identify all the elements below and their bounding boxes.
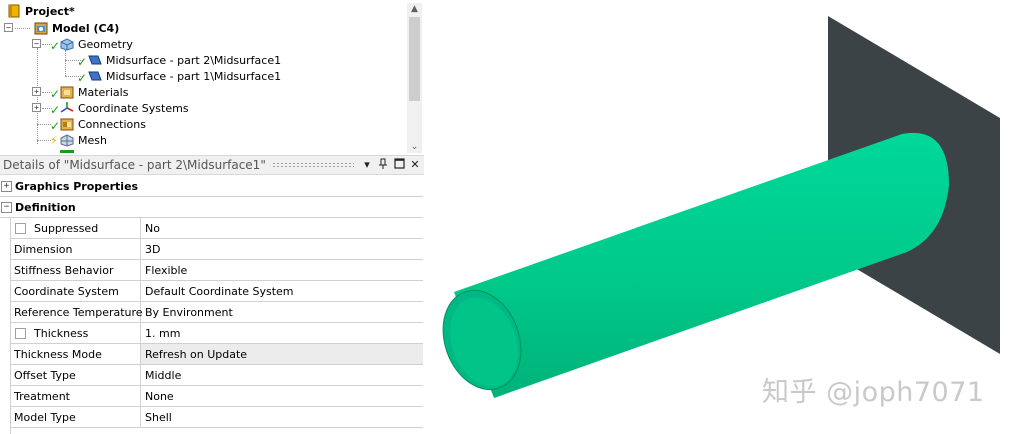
outline-tree: Project* − Model (C4) − ✓ Geometry ✓ Mid…	[0, 0, 424, 155]
prop-name-cell: Suppressed	[10, 218, 141, 238]
watermark: 知乎 @joph7071	[762, 377, 985, 408]
tree-item-geometry[interactable]: Geometry	[59, 36, 133, 52]
prop-row-offset-type[interactable]: Offset Type Middle	[10, 365, 423, 386]
prop-value-coordinate-system[interactable]: Default Coordinate System	[141, 281, 423, 301]
expander-geometry[interactable]: −	[32, 39, 41, 48]
scroll-down-arrow-icon[interactable]: ⌄	[407, 141, 422, 153]
prop-name-cell: Thickness	[10, 323, 141, 343]
tree-item-model[interactable]: Model (C4)	[33, 20, 119, 36]
prop-name-coordinate-system: Coordinate System	[10, 281, 141, 301]
group-label-graphics-properties: Graphics Properties	[15, 179, 139, 193]
tree-label-coordinate-systems: Coordinate Systems	[78, 101, 189, 115]
prop-value-offset-type[interactable]: Middle	[141, 365, 423, 385]
details-grid: + Graphics Properties − Definition Suppr…	[0, 176, 424, 434]
geometry-icon	[59, 37, 75, 51]
tree-label-part1: Midsurface - part 1\Midsurface1	[106, 69, 282, 83]
thickness-checkbox[interactable]	[15, 327, 26, 339]
tree-label-connections: Connections	[78, 117, 146, 131]
surface-body-icon	[87, 69, 103, 83]
prop-name-reference-temperature: Reference Temperature	[10, 302, 143, 322]
tree-item-connections[interactable]: Connections	[59, 116, 146, 132]
expander-graphics-properties[interactable]: +	[1, 180, 12, 192]
prop-row-stiffness-behavior[interactable]: Stiffness Behavior Flexible	[10, 260, 423, 281]
group-definition[interactable]: − Definition	[0, 197, 423, 218]
check-part1-icon: ✓	[77, 71, 88, 85]
group-label-definition: Definition	[15, 200, 76, 214]
expander-definition[interactable]: −	[1, 201, 12, 213]
details-grip[interactable]	[271, 162, 354, 168]
prop-value-thickness-mode: Refresh on Update	[141, 344, 423, 364]
tree-label-mesh: Mesh	[78, 133, 107, 147]
tree-item-materials[interactable]: Materials	[59, 84, 128, 100]
tree-scrollbar[interactable]: ▲ ⌄	[407, 3, 422, 153]
tree-label-materials: Materials	[78, 85, 129, 99]
prop-value-thickness[interactable]: 1. mm	[141, 323, 423, 343]
model-view	[442, 16, 1000, 398]
tree-label-geometry: Geometry	[78, 37, 133, 51]
tree-label-model: Model (C4)	[52, 21, 120, 35]
prop-value-model-type[interactable]: Shell	[141, 407, 423, 427]
prop-value-stiffness-behavior[interactable]: Flexible	[141, 260, 423, 280]
prop-row-suppressed[interactable]: Suppressed No	[10, 218, 423, 239]
details-header: Details of "Midsurface - part 2\Midsurfa…	[0, 155, 424, 175]
prop-name-suppressed: Suppressed	[34, 221, 99, 235]
model-icon	[33, 21, 49, 35]
tree-label-project: Project*	[25, 4, 75, 18]
dropdown-arrow-icon[interactable]: ▾	[360, 158, 374, 172]
prop-name-offset-type: Offset Type	[10, 365, 141, 385]
maximize-icon[interactable]	[392, 158, 406, 172]
close-icon[interactable]: ✕	[408, 158, 422, 172]
prop-value-reference-temperature[interactable]: By Environment	[141, 302, 423, 322]
prop-name-model-type: Model Type	[10, 407, 141, 427]
lightning-bolt-icon: ⚡	[50, 134, 58, 147]
mesh-icon	[59, 133, 75, 147]
prop-name-thickness-mode: Thickness Mode	[10, 344, 141, 364]
prop-row-reference-temperature[interactable]: Reference Temperature By Environment	[10, 302, 423, 323]
scroll-up-arrow-icon[interactable]: ▲	[407, 3, 422, 15]
surface-body-icon	[87, 53, 103, 67]
prop-value-suppressed[interactable]: No	[141, 218, 423, 238]
pin-icon[interactable]	[376, 158, 390, 172]
group-graphics-properties[interactable]: + Graphics Properties	[0, 176, 423, 197]
next-item-partial	[60, 150, 74, 153]
tree-item-mesh[interactable]: Mesh	[59, 132, 107, 148]
prop-name-thickness: Thickness	[34, 326, 89, 340]
expander-materials[interactable]: +	[32, 87, 41, 96]
tree-item-part1[interactable]: Midsurface - part 1\Midsurface1	[87, 68, 281, 84]
prop-row-model-type[interactable]: Model Type Shell	[10, 407, 423, 428]
prop-name-dimension: Dimension	[10, 239, 141, 259]
prop-row-treatment[interactable]: Treatment None	[10, 386, 423, 407]
prop-name-treatment: Treatment	[10, 386, 141, 406]
expander-coordinate-systems[interactable]: +	[32, 103, 41, 112]
details-title: Details of "Midsurface - part 2\Midsurfa…	[3, 158, 266, 172]
project-book-icon	[6, 4, 22, 18]
graphics-viewport[interactable]: 知乎 @joph7071	[424, 0, 1018, 434]
prop-row-thickness[interactable]: Thickness 1. mm	[10, 323, 423, 344]
expander-model[interactable]: −	[4, 23, 13, 32]
prop-value-treatment[interactable]: None	[141, 386, 423, 406]
tree-item-project[interactable]: Project*	[6, 3, 75, 19]
suppressed-checkbox[interactable]	[15, 222, 26, 234]
tree-item-coordinate-systems[interactable]: Coordinate Systems	[59, 100, 189, 116]
prop-row-coordinate-system[interactable]: Coordinate System Default Coordinate Sys…	[10, 281, 423, 302]
tree-label-part2: Midsurface - part 2\Midsurface1	[106, 53, 282, 67]
prop-value-dimension[interactable]: 3D	[141, 239, 423, 259]
tree-item-part2[interactable]: Midsurface - part 2\Midsurface1	[87, 52, 282, 68]
check-part2-icon: ✓	[77, 55, 88, 69]
materials-icon	[59, 85, 75, 99]
tree-scrollbar-thumb[interactable]	[409, 17, 420, 101]
prop-name-stiffness-behavior: Stiffness Behavior	[10, 260, 141, 280]
coordinate-systems-icon	[59, 101, 75, 115]
connections-icon	[59, 117, 75, 131]
left-panel: Project* − Model (C4) − ✓ Geometry ✓ Mid…	[0, 0, 424, 434]
prop-row-dimension[interactable]: Dimension 3D	[10, 239, 423, 260]
prop-row-thickness-mode[interactable]: Thickness Mode Refresh on Update	[10, 344, 423, 365]
